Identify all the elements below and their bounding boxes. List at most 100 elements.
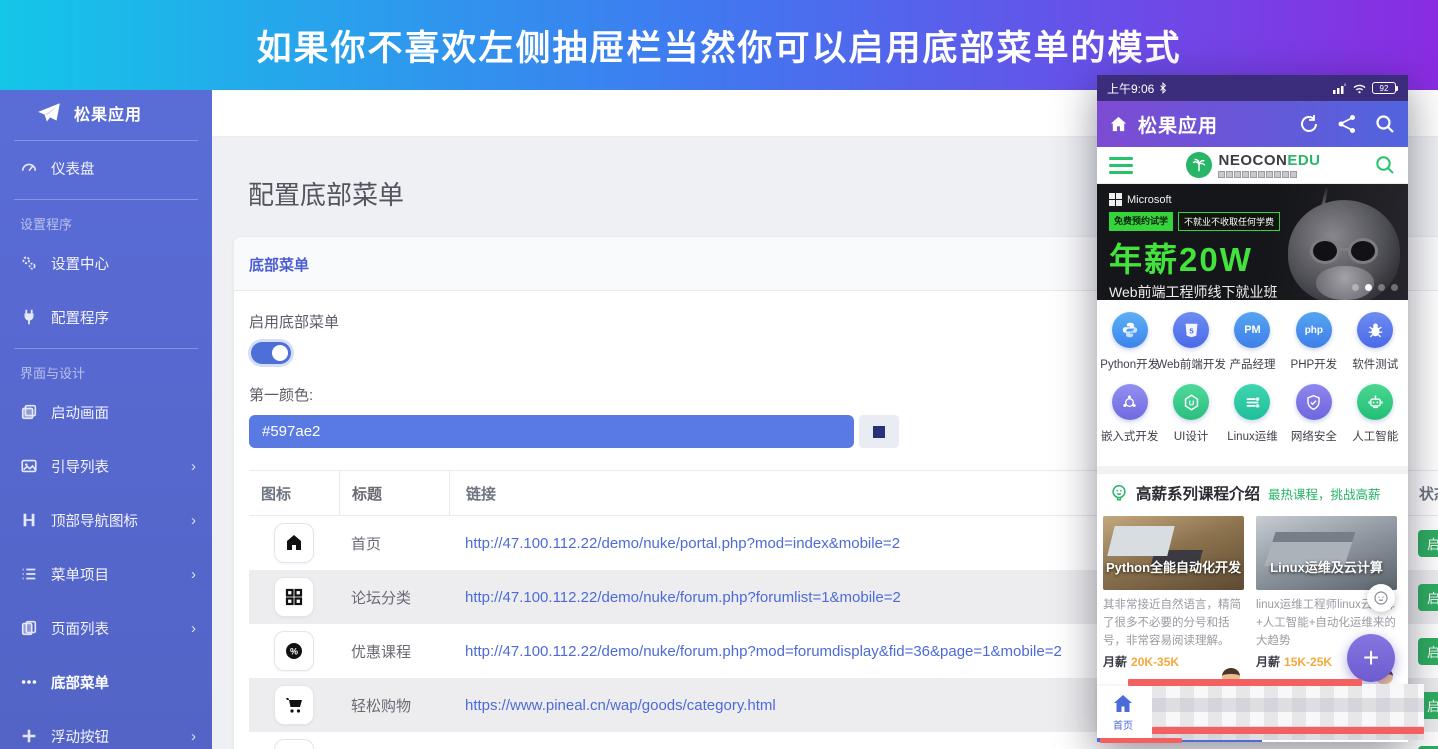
site-logo[interactable]: NEOCONEDU [1133, 152, 1374, 178]
sidebar-item-configure[interactable]: 配置程序 [0, 290, 212, 344]
heading-icon [20, 511, 38, 529]
section-title: 高薪系列课程介绍 [1136, 486, 1261, 503]
divider-strip [1097, 466, 1408, 474]
col-header-icon: 图标 [261, 485, 292, 503]
color-picker-button[interactable] [859, 415, 899, 448]
bulb-face-icon [1109, 483, 1129, 503]
category-product-manager[interactable]: PM 产品经理 [1222, 312, 1283, 372]
category-software-testing[interactable]: 软件测试 [1345, 312, 1406, 372]
app-name: 松果应用 [74, 107, 143, 124]
category-ai[interactable]: 人工智能 [1345, 384, 1406, 444]
battery-icon: 92 [1372, 82, 1398, 94]
censor-stripe-top [1128, 679, 1362, 686]
color-swatch [873, 425, 885, 438]
row-link[interactable]: https://www.pineal.cn/wap/goods/category… [465, 697, 776, 714]
php-icon: php [1295, 312, 1332, 348]
category-linux-ops[interactable]: Linux运维 [1222, 384, 1283, 444]
percent-icon: % [274, 631, 314, 671]
sidebar-item-settings-center[interactable]: 设置中心 [0, 236, 212, 290]
home-tab-label: 首页 [1113, 720, 1133, 732]
censor-stripe-left [1100, 738, 1182, 743]
site-nav-bar: NEOCONEDU [1097, 147, 1408, 184]
logo-tagline-blocks [1218, 170, 1320, 178]
svg-text:U: U [1188, 398, 1194, 407]
primary-color-input[interactable] [249, 415, 854, 448]
row-link[interactable]: http://47.100.112.22/demo/nuke/forum.php… [465, 643, 1062, 660]
ellipsis-icon [20, 673, 38, 691]
splash-icon [20, 403, 38, 421]
row-title: 首页 [351, 535, 382, 553]
status-badge: 启用 [1418, 529, 1438, 557]
phone-preview: 上午9:06 x 92 松果应用 NEOCONEDU Microsoft 免费预… [1097, 75, 1408, 742]
embedded-icon [1111, 384, 1148, 420]
section-subtitle: 最热课程，挑战高薪 [1268, 487, 1381, 502]
chat-bubble-button[interactable] [1367, 584, 1395, 612]
sidebar: 松果应用 仪表盘 设置程序 设置中心 配置程序 界面与设计 启动画面 引导列表 … [0, 90, 212, 749]
sidebar-item-page-list[interactable]: 页面列表 › [0, 601, 212, 655]
robot-icon [1357, 384, 1394, 420]
svg-text:x: x [1344, 82, 1347, 87]
phone-app-bar: 松果应用 [1097, 101, 1408, 147]
hero-carousel-slide[interactable]: Microsoft 免费预约试学 不就业不收取任何学费 年薪20W Web前端工… [1097, 184, 1408, 300]
status-badge: 启用 [1418, 637, 1438, 665]
enable-bottom-menu-toggle[interactable] [251, 342, 291, 364]
menu-icon[interactable] [1109, 156, 1133, 174]
pages-icon [20, 619, 38, 637]
sidebar-item-bottom-menu[interactable]: 底部菜单 [0, 655, 212, 709]
gears-icon [20, 254, 38, 272]
sidebar-section-design: 界面与设计 [20, 366, 86, 381]
wifi-icon [1352, 83, 1367, 94]
sidebar-item-label: 仪表盘 [51, 161, 95, 178]
search-icon[interactable] [1374, 113, 1396, 135]
sidebar-item-label: 引导列表 [51, 459, 109, 476]
sidebar-logo[interactable]: 松果应用 [0, 90, 212, 136]
category-php[interactable]: php PHP开发 [1283, 312, 1344, 372]
phone-app-title: 松果应用 [1138, 115, 1219, 137]
sidebar-item-label: 浮动按钮 [51, 729, 109, 746]
battery-level: 92 [1372, 82, 1396, 94]
category-network-security[interactable]: 网络安全 [1283, 384, 1344, 444]
status-badge: 启用 [1418, 745, 1438, 749]
sidebar-item-splash[interactable]: 启动画面 [0, 385, 212, 439]
sidebar-item-floating-button[interactable]: 浮动按钮 › [0, 709, 212, 749]
sidebar-item-top-nav-icons[interactable]: 顶部导航图标 › [0, 493, 212, 547]
sidebar-item-label: 配置程序 [51, 310, 109, 327]
chevron-right-icon: › [191, 565, 196, 583]
server-lines-icon [1234, 384, 1271, 420]
sidebar-item-menu-items[interactable]: 菜单项目 › [0, 547, 212, 601]
gauge-icon [20, 159, 38, 177]
category-embedded[interactable]: 嵌入式开发 [1099, 384, 1160, 444]
svg-text:%: % [290, 647, 298, 657]
category-web-frontend[interactable]: 5 Web前端开发 [1156, 312, 1226, 372]
row-link[interactable]: http://47.100.112.22/demo/nuke/forum.php… [465, 589, 901, 606]
html5-icon: 5 [1173, 312, 1210, 348]
row-title: 轻松购物 [351, 697, 412, 715]
row-title: 优惠课程 [351, 643, 412, 661]
col-header-status: 状态 [1404, 471, 1438, 515]
home-icon[interactable] [1109, 115, 1128, 134]
course-image: Linux运维及云计算 [1256, 516, 1397, 590]
sidebar-item-label: 顶部导航图标 [51, 513, 138, 530]
sidebar-item-dashboard[interactable]: 仪表盘 [0, 141, 212, 195]
course-title-overlay: Python全能自动化开发 [1105, 560, 1242, 575]
course-card-python[interactable]: Python全能自动化开发 其非常接近自然语言，精简了很多不必要的分号和括号，非… [1103, 516, 1244, 692]
chevron-right-icon: › [191, 727, 196, 745]
share-icon[interactable] [1336, 113, 1358, 135]
category-ui-design[interactable]: U UI设计 [1160, 384, 1221, 444]
sidebar-item-label: 底部菜单 [51, 675, 109, 692]
tab-home[interactable]: 首页 [1097, 686, 1149, 738]
row-link[interactable]: http://47.100.112.22/demo/nuke/portal.ph… [465, 535, 900, 552]
hero-tag-free-trial: 免费预约试学 [1109, 212, 1174, 231]
sidebar-section-settings: 设置程序 [20, 217, 73, 232]
carousel-dots[interactable] [1352, 284, 1398, 291]
category-python[interactable]: Python开发 [1099, 312, 1160, 372]
ui-hexagon-icon: U [1173, 384, 1210, 420]
sidebar-item-guide-list[interactable]: 引导列表 › [0, 439, 212, 493]
refresh-icon[interactable] [1298, 113, 1320, 135]
floating-add-button[interactable]: + [1347, 634, 1395, 682]
logo-wordmark: NEOCONEDU [1218, 151, 1321, 169]
palm-logo-icon [1186, 152, 1213, 178]
gear-icon [274, 739, 314, 749]
search-icon-green[interactable] [1374, 154, 1396, 176]
chevron-right-icon: › [191, 619, 196, 637]
